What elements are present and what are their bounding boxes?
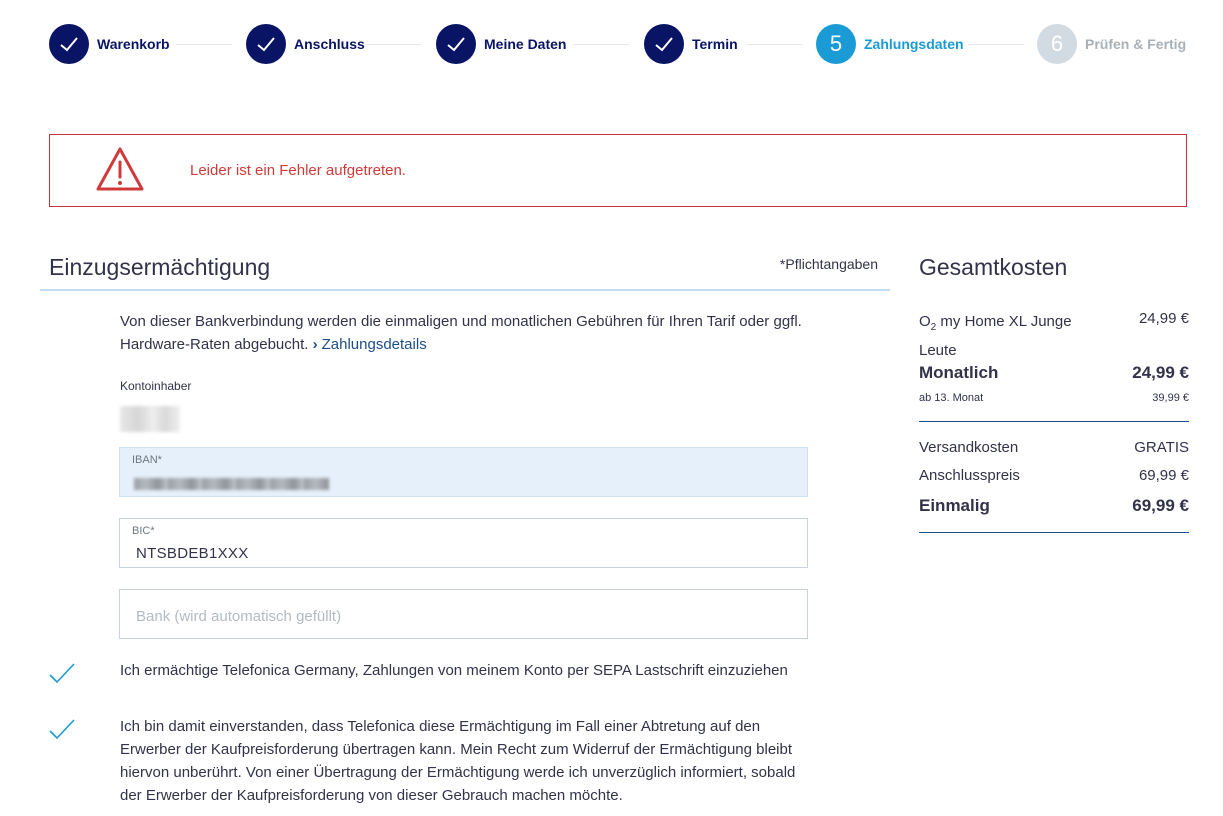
bank-field[interactable]: Bank (wird automatisch gefüllt) xyxy=(119,589,808,639)
connection-row: Anschlusspreis 69,99 € xyxy=(919,467,1189,484)
checkmark-icon xyxy=(246,24,286,64)
step-connector xyxy=(176,44,232,45)
chevron-right-icon: › xyxy=(312,336,318,353)
shipping-value: GRATIS xyxy=(1134,439,1189,456)
intro-text: Von dieser Bankverbindung werden die ein… xyxy=(120,310,820,356)
account-holder-value-redacted xyxy=(120,406,180,432)
step-connector xyxy=(574,44,630,45)
account-holder-label: Kontoinhaber xyxy=(120,379,192,393)
warning-icon xyxy=(94,145,146,195)
step-label: Meine Daten xyxy=(484,36,567,52)
sepa-consent-text: Ich ermächtige Telefonica Germany, Zahlu… xyxy=(120,662,788,679)
iban-field[interactable]: IBAN* xyxy=(119,447,808,497)
section-title: Einzugsermächtigung xyxy=(49,254,271,280)
step-anschluss[interactable]: Anschluss xyxy=(246,24,365,64)
error-message: Leider ist ein Fehler aufgetreten. xyxy=(190,162,406,179)
step-warenkorb[interactable]: Warenkorb xyxy=(49,24,170,64)
step-number: 6 xyxy=(1037,24,1077,64)
tariff-row: O2 my Home XL Junge Leute 24,99 € xyxy=(919,310,1189,362)
checkmark-icon xyxy=(49,24,89,64)
summary-title: Gesamtkosten xyxy=(919,254,1068,280)
after-month-value: 39,99 € xyxy=(1152,392,1189,404)
step-label: Zahlungsdaten xyxy=(864,36,964,52)
step-connector xyxy=(746,44,802,45)
bank-placeholder: Bank (wird automatisch gefüllt) xyxy=(136,608,342,625)
step-label: Prüfen & Fertig xyxy=(1085,36,1187,52)
tariff-name-text: my Home XL Junge Leute xyxy=(919,313,1072,359)
step-label: Warenkorb xyxy=(97,36,170,52)
tariff-price: 24,99 € xyxy=(1138,310,1189,327)
tariff-prefix: O xyxy=(919,313,931,330)
checkmark-icon xyxy=(436,24,476,64)
checkmark-icon[interactable] xyxy=(48,661,76,685)
tariff-name: O2 my Home XL Junge Leute xyxy=(919,310,1094,362)
intro-description: Von dieser Bankverbindung werden die ein… xyxy=(120,313,802,353)
summary-divider xyxy=(919,421,1189,422)
step-zahlungsdaten: 5 Zahlungsdaten xyxy=(816,24,964,64)
step-number: 5 xyxy=(816,24,856,64)
summary-divider xyxy=(919,532,1189,533)
after-month-row: ab 13. Monat 39,99 € xyxy=(919,392,1189,404)
monthly-row: Monatlich 24,99 € xyxy=(919,363,1189,383)
shipping-row: Versandkosten GRATIS xyxy=(919,439,1189,456)
bic-label: BIC* xyxy=(132,525,155,537)
section-divider xyxy=(40,289,890,291)
checkmark-icon[interactable] xyxy=(48,717,76,741)
onetime-value: 69,99 € xyxy=(1132,496,1189,515)
onetime-label: Einmalig xyxy=(919,496,990,515)
step-termin[interactable]: Termin xyxy=(644,24,738,64)
checkout-stepper: Warenkorb Anschluss Meine Daten Termin 5… xyxy=(0,0,1223,90)
iban-value-redacted xyxy=(134,478,329,490)
step-meine-daten[interactable]: Meine Daten xyxy=(436,24,566,64)
bic-field[interactable]: BIC* NTSBDEB1XXX xyxy=(119,518,808,568)
onetime-row: Einmalig 69,99 € xyxy=(919,496,1189,516)
after-month-label: ab 13. Monat xyxy=(919,392,984,404)
bic-value: NTSBDEB1XXX xyxy=(136,545,249,562)
monthly-label: Monatlich xyxy=(919,363,999,382)
required-note: *Pflichtangaben xyxy=(779,256,878,272)
assignment-consent-text: Ich bin damit einverstanden, dass Telefo… xyxy=(120,718,796,804)
connection-label: Anschlusspreis xyxy=(919,467,1020,484)
payment-details-link[interactable]: › Zahlungsdetails xyxy=(313,336,427,353)
iban-label: IBAN* xyxy=(132,454,162,466)
payment-details-link-label: Zahlungsdetails xyxy=(321,336,427,353)
shipping-label: Versandkosten xyxy=(919,439,1019,456)
connection-value: 69,99 € xyxy=(1138,467,1189,484)
monthly-value: 24,99 € xyxy=(1132,363,1189,382)
step-label: Anschluss xyxy=(294,36,365,52)
checkmark-icon xyxy=(644,24,684,64)
step-connector xyxy=(968,44,1024,45)
step-pruefen-fertig: 6 Prüfen & Fertig xyxy=(1037,24,1186,64)
step-label: Termin xyxy=(692,36,738,52)
step-connector xyxy=(366,44,422,45)
error-alert: Leider ist ein Fehler aufgetreten. xyxy=(49,134,1187,207)
